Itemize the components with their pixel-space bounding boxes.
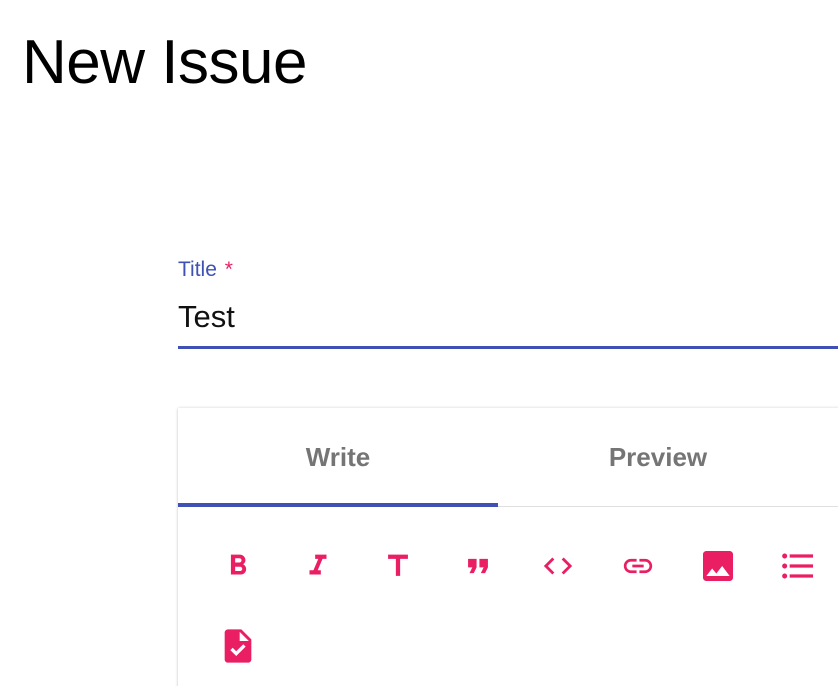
- title-label-text: Title: [178, 258, 217, 281]
- image-icon: [703, 551, 733, 581]
- tab-preview[interactable]: Preview: [498, 408, 818, 506]
- editor-tabs: Write Preview: [178, 408, 838, 507]
- link-icon: [623, 558, 653, 574]
- title-input-underline: [178, 346, 838, 349]
- image-button[interactable]: [698, 546, 738, 586]
- tab-write[interactable]: Write: [178, 408, 498, 507]
- bold-icon: [230, 554, 247, 575]
- title-input[interactable]: [178, 292, 838, 342]
- unordered-list-button[interactable]: [778, 546, 818, 586]
- title-field-label: Title *: [178, 258, 233, 282]
- header-button[interactable]: [378, 546, 418, 586]
- required-asterisk: *: [224, 258, 233, 281]
- italic-button[interactable]: [298, 546, 338, 586]
- quote-icon: [468, 558, 488, 574]
- bold-button[interactable]: [218, 546, 258, 586]
- page-title: New Issue: [22, 28, 307, 97]
- code-icon: [543, 557, 573, 575]
- checklist-button[interactable]: [218, 626, 258, 666]
- unordered-list-icon: [782, 553, 813, 579]
- link-button[interactable]: [618, 546, 658, 586]
- code-button[interactable]: [538, 546, 578, 586]
- header-icon: [388, 554, 408, 576]
- checklist-icon: [224, 629, 252, 663]
- title-field: Title *: [178, 256, 838, 352]
- italic-icon: [309, 554, 327, 575]
- quote-button[interactable]: [458, 546, 498, 586]
- markdown-editor: Write Preview: [178, 408, 838, 686]
